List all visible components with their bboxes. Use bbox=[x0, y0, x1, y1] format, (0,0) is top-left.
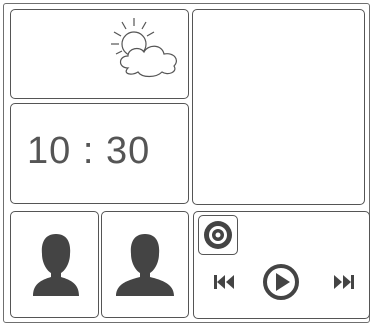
contact-tile[interactable] bbox=[10, 211, 99, 318]
play-icon[interactable] bbox=[262, 263, 300, 301]
clock-tile[interactable]: 10 : 30 bbox=[10, 103, 189, 204]
blank-panel[interactable] bbox=[192, 9, 365, 205]
media-player-tile[interactable] bbox=[193, 211, 370, 319]
clock-time: 10 : 30 bbox=[27, 130, 151, 172]
weather-tile[interactable] bbox=[10, 9, 189, 99]
partly-cloudy-icon bbox=[111, 18, 177, 78]
contact-tile[interactable] bbox=[101, 211, 189, 318]
person-avatar-icon bbox=[116, 234, 174, 296]
skip-next-icon[interactable] bbox=[334, 275, 356, 289]
person-avatar-icon bbox=[33, 234, 79, 296]
record-button[interactable] bbox=[198, 215, 238, 255]
skip-previous-icon[interactable] bbox=[214, 275, 236, 289]
record-icon bbox=[204, 221, 232, 249]
